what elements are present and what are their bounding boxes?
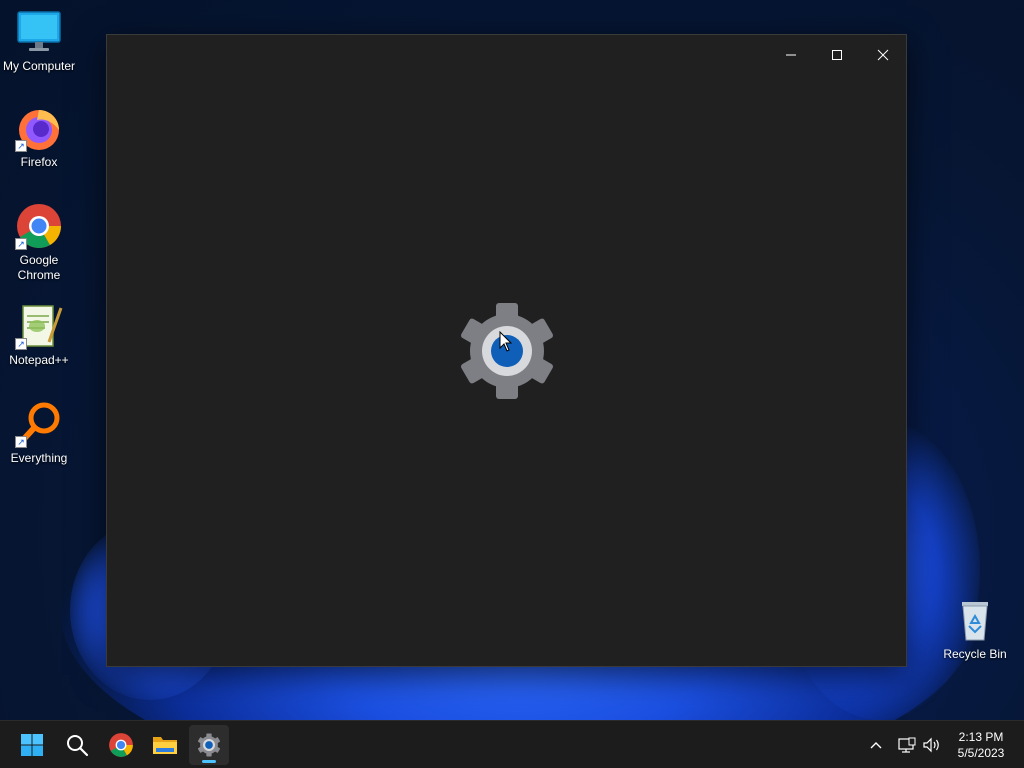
network-icon	[898, 737, 916, 753]
clock-date: 5/5/2023	[957, 746, 1005, 760]
windows-start-icon	[21, 734, 43, 756]
desktop-icon-my-computer[interactable]: My Computer	[0, 8, 78, 74]
recycle-bin-icon	[951, 596, 999, 644]
taskbar: 2:13 PM 5/5/2023	[0, 720, 1024, 768]
desktop-icon-notepadpp[interactable]: ↗ Notepad++	[0, 302, 78, 368]
network-button[interactable]	[896, 721, 918, 768]
minimize-icon	[786, 54, 796, 56]
shortcut-arrow-icon: ↗	[15, 436, 27, 448]
shortcut-arrow-icon: ↗	[15, 338, 27, 350]
shortcut-arrow-icon: ↗	[15, 140, 27, 152]
maximize-icon	[832, 50, 842, 60]
desktop-icon-recycle-bin[interactable]: Recycle Bin	[936, 596, 1014, 662]
clock-time: 2:13 PM	[958, 730, 1004, 744]
desktop-icon-firefox[interactable]: ↗ Firefox	[0, 104, 78, 170]
desktop-icon-label: Google Chrome	[17, 253, 61, 282]
everything-search-icon: ↗	[15, 400, 63, 448]
settings-window[interactable]	[106, 34, 907, 667]
firefox-icon: ↗	[15, 104, 63, 152]
chevron-up-icon	[870, 742, 882, 749]
desktop-icon-everything[interactable]: ↗ Everything	[0, 400, 78, 466]
volume-button[interactable]	[920, 721, 944, 768]
maximize-button[interactable]	[814, 39, 860, 71]
search-icon	[67, 735, 89, 757]
taskbar-chrome-button[interactable]	[101, 725, 141, 765]
desktop-icon-label: Recycle Bin	[943, 647, 1007, 661]
search-button[interactable]	[57, 725, 97, 765]
minimize-button[interactable]	[768, 39, 814, 71]
taskbar-file-explorer-button[interactable]	[145, 725, 185, 765]
show-hidden-icons-button[interactable]	[864, 721, 888, 768]
mouse-cursor-icon	[499, 331, 513, 352]
taskbar-settings-button[interactable]	[189, 725, 229, 765]
desktop-icon-label: Notepad++	[9, 353, 69, 367]
notepadpp-icon: ↗	[15, 302, 63, 350]
start-button[interactable]	[12, 725, 52, 765]
monitor-icon	[15, 8, 63, 56]
desktop-icon-label: Everything	[10, 451, 68, 465]
chrome-icon	[109, 733, 133, 757]
active-app-indicator	[202, 760, 216, 763]
taskbar-clock[interactable]: 2:13 PM 5/5/2023	[946, 729, 1016, 761]
desktop-icon-google-chrome[interactable]: ↗ Google Chrome	[0, 202, 78, 283]
close-icon	[877, 49, 889, 61]
folder-icon	[153, 737, 177, 754]
shortcut-arrow-icon: ↗	[15, 238, 27, 250]
settings-gear-icon	[197, 733, 221, 757]
close-button[interactable]	[860, 39, 906, 71]
desktop-icon-label: Firefox	[20, 155, 58, 169]
volume-icon	[923, 737, 939, 753]
desktop-icon-label: My Computer	[2, 59, 76, 73]
chrome-icon: ↗	[15, 202, 63, 250]
